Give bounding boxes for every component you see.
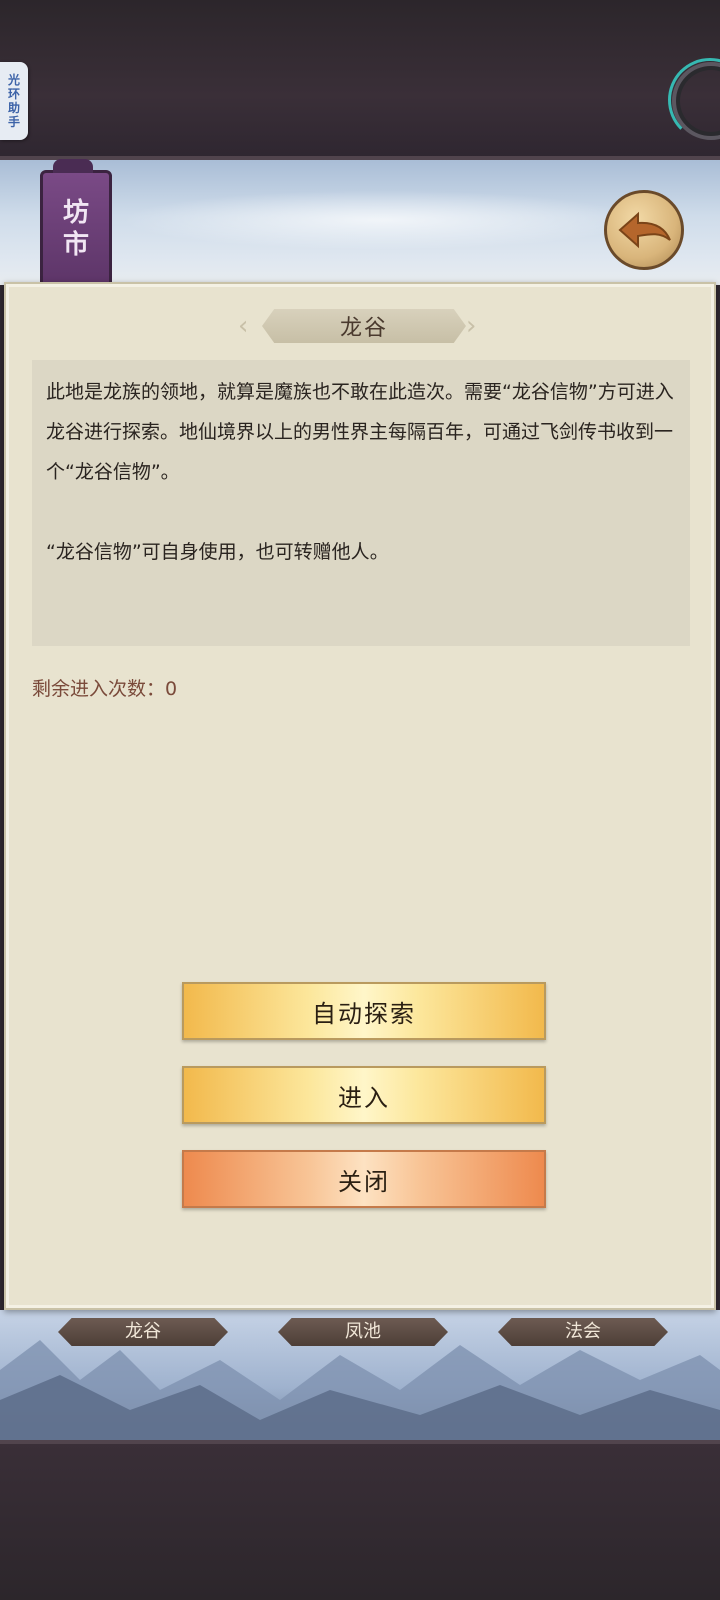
assistant-floating-tab[interactable]: 光 环 助 手 [0, 62, 28, 140]
description-paragraph: 此地是龙族的领地，就算是魔族也不敢在此造次。需要“龙谷信物”方可进入龙谷进行探索… [46, 381, 674, 483]
dialog-title-plaque: 龙谷 [262, 309, 466, 343]
assistant-label-char: 环 [7, 87, 20, 101]
dragon-valley-dialog: ‹ 龙谷 › 此地是龙族的领地，就算是魔族也不敢在此造次。需要“龙谷信物”方可进… [4, 282, 716, 1310]
assistant-label-char: 光 [7, 73, 20, 87]
auto-explore-button[interactable]: 自动探索 [182, 982, 546, 1040]
market-sign-char: 市 [62, 230, 89, 260]
description-paragraph: “龙谷信物”可自身使用，也可转赠他人。 [46, 541, 389, 563]
dialog-title: 龙谷 [339, 316, 388, 341]
assistant-label-char: 助 [7, 101, 20, 115]
assistant-label-char: 手 [7, 115, 20, 129]
close-button[interactable]: 关闭 [182, 1150, 546, 1208]
tab-phoenix-pool[interactable]: 凤池 [278, 1318, 448, 1346]
back-button[interactable] [604, 190, 684, 270]
tab-dharma-assembly[interactable]: 法会 [498, 1318, 668, 1346]
mountain-silhouette [0, 1340, 720, 1440]
enter-button[interactable]: 进入 [182, 1066, 546, 1124]
remaining-entries-count: 0 [165, 678, 178, 700]
bottom-frame [0, 1440, 720, 1600]
tab-dragon-valley[interactable]: 龙谷 [58, 1318, 228, 1346]
status-ring-icon [668, 58, 720, 142]
back-arrow-icon [618, 211, 671, 249]
remaining-entries-label: 剩余进入次数： [32, 678, 166, 700]
description-box: 此地是龙族的领地，就算是魔族也不敢在此造次。需要“龙谷信物”方可进入龙谷进行探索… [32, 360, 690, 646]
market-sign-char: 坊 [62, 198, 89, 228]
market-sign: 坊 市 [40, 159, 112, 288]
plaque-right-ornament-icon: › [466, 311, 477, 341]
top-frame [0, 0, 720, 160]
remaining-entries: 剩余进入次数：0 [32, 674, 177, 701]
